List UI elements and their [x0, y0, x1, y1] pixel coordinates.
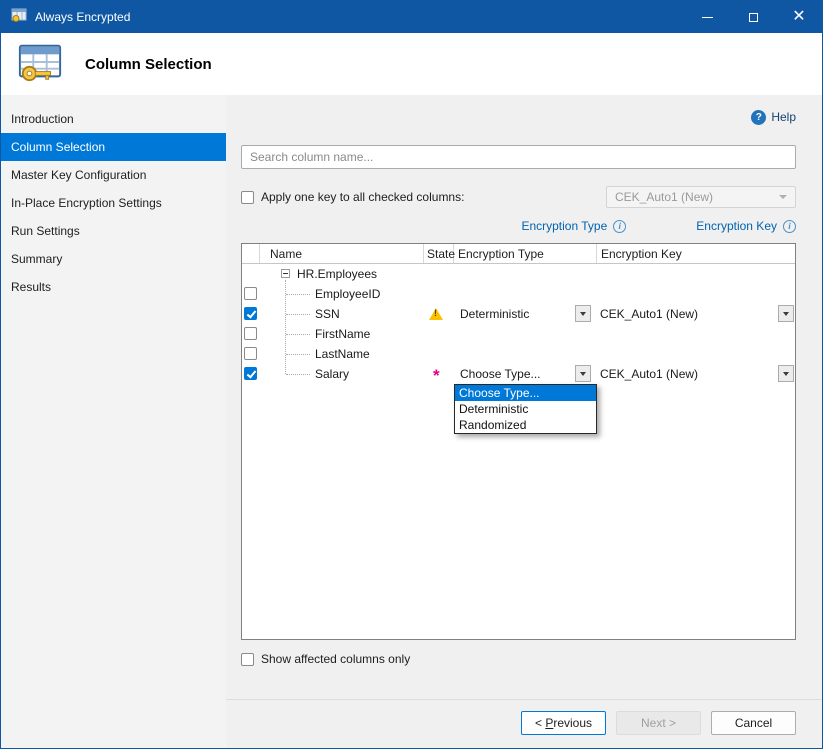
app-icon	[11, 7, 27, 28]
help-link[interactable]: Help	[771, 110, 796, 124]
title-bar: Always Encrypted ✕	[1, 1, 822, 33]
tree-connector	[286, 294, 310, 295]
table-row-employeeid[interactable]: EmployeeID	[242, 284, 795, 304]
tree-connector	[286, 314, 310, 315]
required-asterisk-icon	[433, 366, 440, 386]
encryption-type-dropdown-list: Choose Type... Deterministic Randomized	[454, 384, 597, 434]
dropdown-option-choose-type[interactable]: Choose Type...	[455, 385, 596, 401]
grid-header-encryption-key[interactable]: Encryption Key	[597, 244, 795, 263]
next-button[interactable]: Next >	[616, 711, 701, 735]
grid-header: Name State Encryption Type Encryption Ke…	[242, 244, 795, 264]
encryption-type-dropdown-button[interactable]	[575, 365, 591, 382]
row-checkbox[interactable]	[244, 347, 257, 360]
dropdown-option-randomized[interactable]: Randomized	[455, 417, 596, 433]
chevron-down-icon	[779, 195, 787, 199]
apply-key-combobox[interactable]: CEK_Auto1 (New)	[606, 186, 796, 208]
tree-connector	[286, 334, 310, 335]
encryption-key-info-icon[interactable]	[783, 220, 796, 233]
previous-button[interactable]: < Previous	[521, 711, 606, 735]
maximize-icon	[749, 13, 758, 22]
sidebar-item-column-selection[interactable]: Column Selection	[1, 133, 226, 161]
columns-grid: Name State Encryption Type Encryption Ke…	[241, 243, 796, 640]
table-row-ssn[interactable]: SSN Deterministic CEK_Auto1 (New)	[242, 304, 795, 324]
grid-header-name[interactable]: Name	[260, 244, 424, 263]
sidebar-item-results[interactable]: Results	[1, 273, 226, 301]
sidebar-item-master-key-configuration[interactable]: Master Key Configuration	[1, 161, 226, 189]
column-name: EmployeeID	[315, 287, 380, 301]
apply-key-combobox-value: CEK_Auto1 (New)	[615, 190, 713, 204]
row-checkbox[interactable]	[244, 327, 257, 340]
encryption-type-value[interactable]: Choose Type...	[460, 367, 541, 381]
show-affected-label: Show affected columns only	[261, 652, 410, 666]
close-button[interactable]: ✕	[776, 1, 822, 33]
encryption-type-link[interactable]: Encryption Type	[521, 219, 607, 233]
column-name: LastName	[315, 347, 370, 361]
sidebar-item-in-place-encryption-settings[interactable]: In-Place Encryption Settings	[1, 189, 226, 217]
encryption-key-link[interactable]: Encryption Key	[696, 219, 777, 233]
sidebar-item-run-settings[interactable]: Run Settings	[1, 217, 226, 245]
page-title: Column Selection	[85, 56, 212, 73]
tree-connector	[286, 374, 310, 375]
help-icon	[751, 110, 766, 125]
close-icon: ✕	[792, 9, 805, 25]
encryption-key-dropdown-button[interactable]	[778, 305, 794, 322]
sidebar-item-summary[interactable]: Summary	[1, 245, 226, 273]
encryption-key-value[interactable]: CEK_Auto1 (New)	[600, 307, 698, 321]
minimize-icon	[702, 17, 713, 18]
warning-icon	[429, 308, 443, 320]
window-title: Always Encrypted	[35, 10, 130, 24]
sidebar-item-introduction[interactable]: Introduction	[1, 105, 226, 133]
tree-collapse-icon[interactable]	[281, 269, 290, 278]
main-panel: Help Apply one key to all checked column…	[226, 95, 822, 748]
grid-body: HR.Employees EmployeeID SSN Deterministi…	[242, 264, 795, 639]
encryption-key-dropdown-button[interactable]	[778, 365, 794, 382]
dropdown-option-deterministic[interactable]: Deterministic	[455, 401, 596, 417]
search-input[interactable]	[241, 145, 796, 169]
row-checkbox[interactable]	[244, 307, 257, 320]
grid-header-checkbox-column	[242, 244, 260, 263]
table-row-group[interactable]: HR.Employees	[242, 264, 795, 284]
wizard-footer: < Previous Next > Cancel	[226, 699, 822, 735]
column-name: SSN	[315, 307, 340, 321]
column-name: FirstName	[315, 327, 370, 341]
encryption-type-dropdown-button[interactable]	[575, 305, 591, 322]
minimize-button[interactable]	[684, 1, 730, 33]
row-checkbox[interactable]	[244, 287, 257, 300]
grid-header-state[interactable]: State	[424, 244, 454, 263]
cancel-button[interactable]: Cancel	[711, 711, 796, 735]
encryption-key-value[interactable]: CEK_Auto1 (New)	[600, 367, 698, 381]
wizard-header: Column Selection	[1, 33, 822, 95]
wizard-icon	[17, 39, 63, 90]
tree-connector	[286, 354, 310, 355]
row-checkbox[interactable]	[244, 367, 257, 380]
apply-key-label: Apply one key to all checked columns:	[261, 190, 464, 204]
wizard-window: Always Encrypted ✕ Column Selection Intr…	[0, 0, 823, 749]
maximize-button[interactable]	[730, 1, 776, 33]
apply-key-checkbox[interactable]	[241, 191, 254, 204]
table-row-lastname[interactable]: LastName	[242, 344, 795, 364]
column-name: Salary	[315, 367, 349, 381]
table-row-firstname[interactable]: FirstName	[242, 324, 795, 344]
show-affected-checkbox[interactable]	[241, 653, 254, 666]
grid-header-encryption-type[interactable]: Encryption Type	[454, 244, 597, 263]
encryption-type-value[interactable]: Deterministic	[460, 307, 529, 321]
table-name: HR.Employees	[297, 267, 377, 281]
table-row-salary[interactable]: Salary Choose Type... CEK_Auto1 (New)	[242, 364, 795, 384]
wizard-steps-sidebar: Introduction Column Selection Master Key…	[1, 95, 226, 748]
encryption-type-info-icon[interactable]	[613, 220, 626, 233]
